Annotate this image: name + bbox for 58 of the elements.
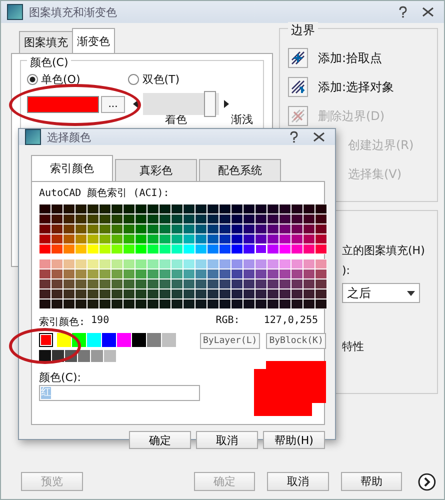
color-swatch[interactable] [162, 333, 176, 347]
dialog-button[interactable]: 取消 [196, 431, 258, 449]
rgb-value: 127,0,255 [264, 315, 318, 328]
dropdown-arrow-icon [407, 290, 415, 296]
field-label: 颜色(C): [39, 370, 82, 385]
dialog-button[interactable]: 确定 [129, 431, 191, 449]
window-title: 图案填充和渐变色 [29, 4, 117, 20]
dialog-button[interactable]: 取消 [267, 472, 329, 491]
properties-label: 特性 [342, 339, 365, 354]
by-button[interactable]: ByLayer(L) [200, 333, 260, 349]
tab[interactable]: 图案填充 [19, 31, 73, 53]
dialog-button[interactable]: 帮助 [340, 472, 402, 491]
color-swatch[interactable] [91, 350, 103, 362]
rgb-label: RGB: [216, 315, 240, 328]
tab[interactable]: 渐变色 [72, 28, 115, 53]
color-swatch[interactable] [87, 333, 101, 347]
left-arrow-icon[interactable] [133, 100, 139, 108]
slider-thumb[interactable] [204, 91, 216, 117]
radio-option[interactable]: 双色(T) [128, 72, 180, 87]
color-swatch[interactable] [132, 333, 146, 347]
color-swatch[interactable] [104, 350, 116, 362]
by-button[interactable]: ByBlock(K) [266, 333, 326, 349]
color-swatch[interactable] [117, 333, 131, 347]
tab[interactable]: 配色系统 [199, 159, 281, 181]
select-objects-icon[interactable] [288, 77, 308, 97]
option-label: 立的图案填充(H) [342, 243, 426, 258]
draw-order-dropdown[interactable]: 之后 [342, 283, 420, 303]
browse-button[interactable]: ... [101, 96, 125, 112]
color-swatch[interactable] [57, 333, 71, 347]
dialog-title: 选择颜色 [47, 130, 91, 144]
color-swatch[interactable] [27, 96, 99, 112]
app-icon [25, 129, 41, 145]
group-title: 颜色(C) [27, 55, 72, 70]
app-icon [7, 4, 23, 20]
color-swatch[interactable] [39, 350, 51, 362]
boundary-action[interactable]: 添加:选择对象 [318, 78, 394, 96]
right-arrow-icon[interactable] [223, 100, 229, 108]
shade-slider[interactable] [133, 93, 229, 115]
tab[interactable]: 索引颜色 [31, 155, 113, 181]
help-icon[interactable] [398, 6, 408, 18]
boundary-action[interactable]: 添加:拾取点 [318, 50, 382, 66]
tab[interactable]: 真彩色 [115, 159, 197, 181]
slider-label: 渐浅 [231, 112, 253, 127]
dialog-button[interactable]: 帮助(H) [263, 431, 325, 449]
color-palette[interactable] [39, 204, 327, 309]
option-label: ): [342, 264, 351, 277]
color-swatch[interactable] [78, 350, 90, 362]
color-swatch[interactable] [39, 333, 53, 347]
close-icon[interactable] [313, 132, 325, 142]
pick-point-icon[interactable] [288, 48, 308, 68]
close-icon[interactable] [422, 7, 434, 17]
index-label: 索引颜色: [39, 316, 86, 329]
palette-label: AutoCAD 颜色索引 (ACI): [39, 186, 170, 200]
index-value: 190 [91, 315, 110, 328]
help-icon[interactable] [289, 131, 299, 143]
color-swatch[interactable] [147, 333, 161, 347]
radio-option[interactable]: 单色(O) [27, 72, 80, 87]
color-swatch[interactable] [102, 333, 116, 347]
